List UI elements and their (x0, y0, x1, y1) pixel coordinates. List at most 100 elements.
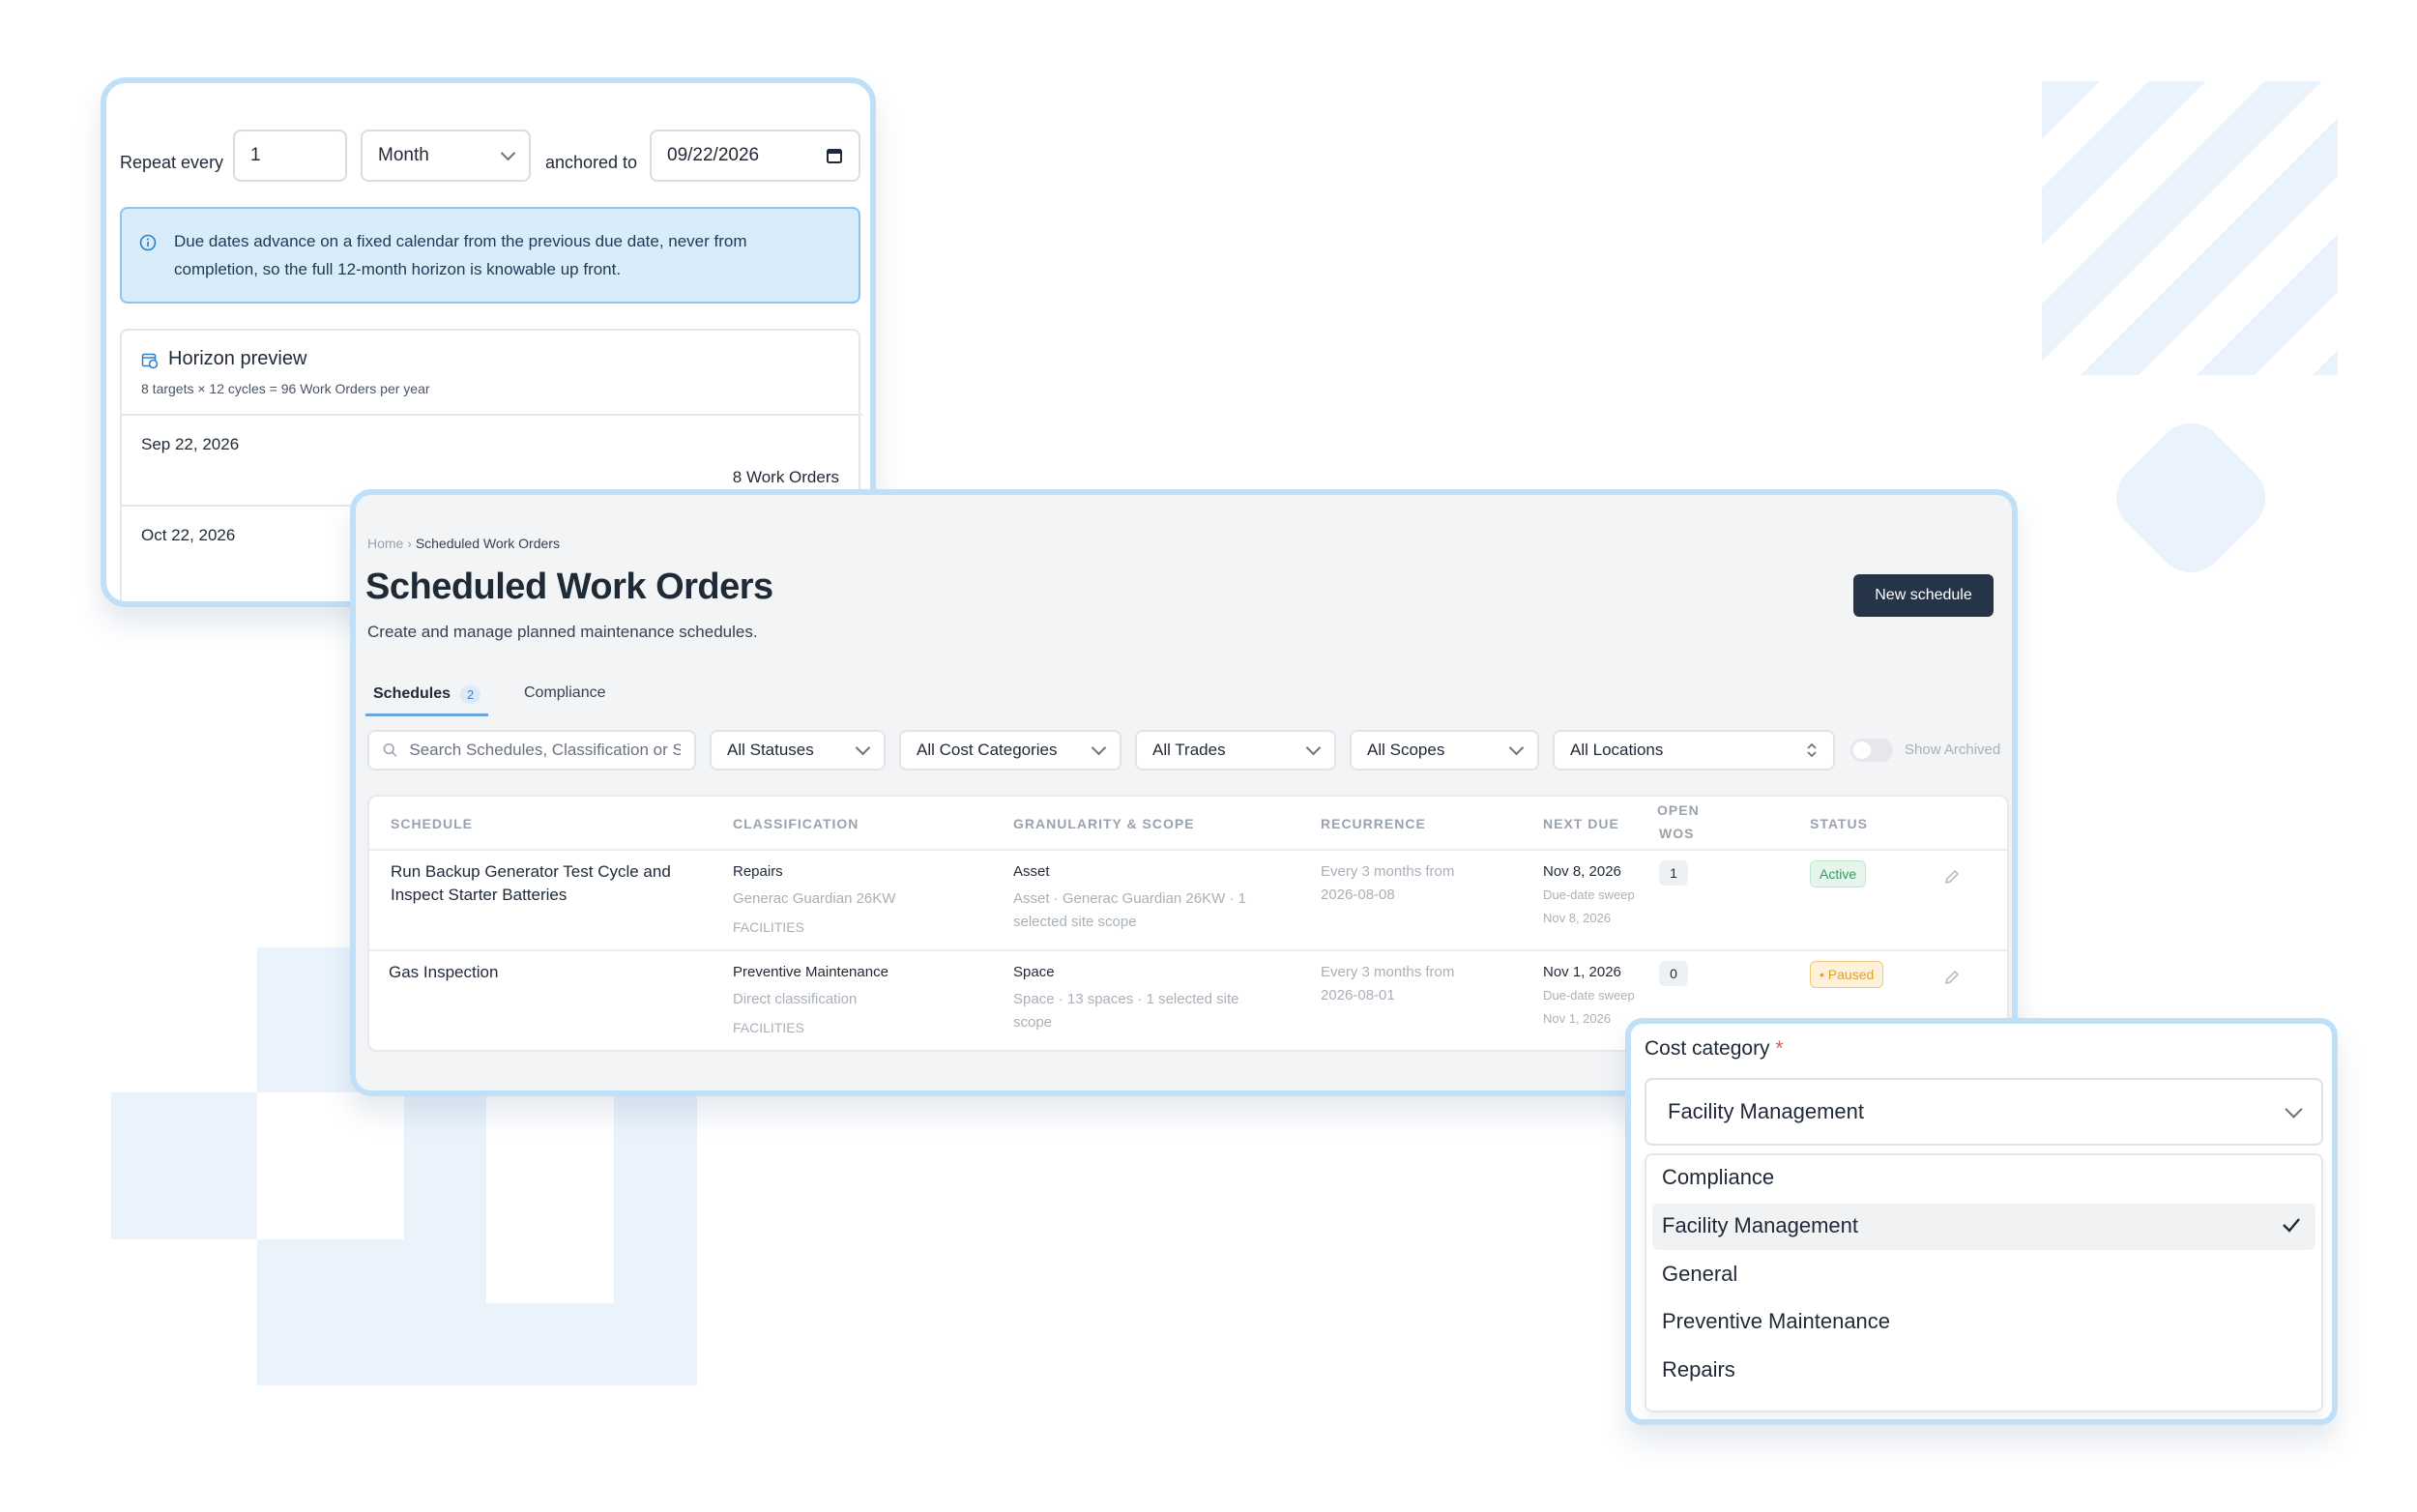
next-due: Nov 1, 2026 (1543, 964, 1621, 980)
option-facility-management[interactable]: Facility Management (1662, 1213, 1858, 1238)
next-due-detail: Due-date sweep (1543, 988, 1635, 1003)
classification-detail: Direct classification (733, 991, 858, 1007)
tab-schedules-label: Schedules (373, 685, 451, 702)
horizon-title: Horizon preview (168, 348, 307, 369)
decor-rounded-diamond (2102, 409, 2280, 587)
recurrence: 2026-08-01 (1321, 987, 1395, 1003)
dropdown-menu (1645, 1153, 2323, 1412)
divider (122, 414, 862, 416)
classification-tag: FACILITIES (733, 919, 804, 935)
classification-detail: Generac Guardian 26KW (733, 890, 896, 907)
search-input[interactable]: Search Schedules, Classification or Sc (367, 730, 696, 771)
column-header: SCHEDULE (391, 816, 474, 831)
schedules-table: SCHEDULE CLASSIFICATION GRANULARITY & SC… (367, 795, 2009, 1052)
anchor-date-value: 09/22/2026 (667, 145, 760, 165)
schedule-name: Run Backup Generator Test Cycle and (391, 862, 671, 881)
column-header: WOS (1659, 826, 1695, 841)
column-header: RECURRENCE (1321, 816, 1426, 831)
next-due-detail: Due-date sweep (1543, 887, 1635, 902)
calendar-icon[interactable] (826, 147, 843, 164)
next-due-detail: Nov 1, 2026 (1543, 1011, 1612, 1026)
info-banner: Due dates advance on a fixed calendar fr… (120, 207, 860, 304)
cost-category-label: Cost category * (1645, 1037, 1784, 1061)
show-archived-toggle[interactable] (1850, 739, 1893, 762)
scope-detail: selected site scope (1013, 914, 1137, 930)
scopes-filter-value: All Scopes (1367, 741, 1445, 759)
calendar-clock-icon (141, 353, 159, 369)
classification: Repairs (733, 863, 783, 880)
granularity: Space (1013, 964, 1055, 980)
scheduled-work-orders-card: Home › Scheduled Work Orders Scheduled W… (350, 489, 2018, 1096)
status-filter[interactable]: All Statuses (710, 730, 886, 771)
status-filter-value: All Statuses (727, 741, 814, 759)
classification: Preventive Maintenance (733, 964, 888, 980)
show-archived-label: Show Archived (1905, 741, 2001, 758)
column-header: STATUS (1810, 816, 1868, 831)
cost-category-select[interactable]: Facility Management (1645, 1078, 2323, 1146)
new-schedule-button[interactable]: New schedule (1853, 574, 1994, 617)
unit-value: Month (378, 145, 429, 165)
page-title: Scheduled Work Orders (365, 567, 773, 607)
scope-detail: Space · 13 spaces · 1 selected site (1013, 991, 1239, 1007)
next-due-detail: Nov 8, 2026 (1543, 911, 1612, 925)
cost-category-label-text: Cost category (1645, 1037, 1770, 1060)
chevron-down-icon (1305, 740, 1322, 756)
tab-compliance[interactable]: Compliance (524, 684, 605, 702)
decor-square (614, 1092, 697, 1385)
open-wos-count: 1 (1659, 860, 1688, 886)
interval-value: 1 (250, 145, 261, 165)
cost-filter-value: All Cost Categories (917, 741, 1058, 759)
search-placeholder: Search Schedules, Classification or Sc (409, 741, 681, 759)
trades-filter-value: All Trades (1152, 741, 1226, 759)
status-badge: Active (1810, 860, 1867, 887)
breadcrumb-home[interactable]: Home (367, 536, 403, 551)
chevron-down-icon (2285, 1099, 2303, 1119)
tab-schedules[interactable]: Schedules 2 (365, 675, 489, 716)
info-text-line2: completion, so the full 12-month horizon… (174, 260, 622, 278)
decor-white-block (257, 1092, 404, 1239)
column-header: NEXT DUE (1543, 816, 1619, 831)
column-header: OPEN (1657, 802, 1700, 818)
chevron-down-icon (855, 740, 871, 756)
anchored-label: anchored to (545, 153, 638, 172)
edit-pencil-icon[interactable] (1943, 868, 1961, 886)
anchor-date-input[interactable]: 09/22/2026 (650, 130, 860, 182)
locations-filter-value: All Locations (1570, 741, 1664, 759)
chevron-down-icon (1091, 740, 1107, 756)
unit-select[interactable]: Month (361, 130, 531, 182)
locations-filter[interactable]: All Locations (1553, 730, 1835, 771)
checkmark-icon (2283, 1218, 2300, 1233)
option-preventive-maintenance[interactable]: Preventive Maintenance (1662, 1309, 1890, 1334)
schedule-name: Inspect Starter Batteries (391, 886, 568, 904)
decor-square (111, 1092, 259, 1239)
search-icon (383, 742, 397, 757)
page-subtitle: Create and manage planned maintenance sc… (367, 623, 758, 641)
edit-pencil-icon[interactable] (1943, 969, 1961, 986)
option-compliance[interactable]: Compliance (1662, 1165, 1774, 1190)
option-repairs[interactable]: Repairs (1662, 1357, 1735, 1382)
recurrence: 2026-08-08 (1321, 887, 1395, 903)
table-row[interactable]: Run Backup Generator Test Cycle and Insp… (369, 851, 2007, 949)
open-wos-count: 0 (1659, 961, 1688, 986)
horizon-subtitle: 8 targets × 12 cycles = 96 Work Orders p… (141, 381, 430, 396)
chevron-down-icon (1508, 740, 1525, 756)
option-general[interactable]: General (1662, 1262, 1737, 1287)
schedule-name: Gas Inspection (389, 963, 499, 981)
repeat-label: Repeat every (120, 153, 224, 172)
decor-white-block (486, 1092, 614, 1303)
toggle-knob (1853, 741, 1871, 759)
horizon-row-count: 8 Work Orders (732, 468, 839, 486)
cost-category-filter[interactable]: All Cost Categories (899, 730, 1121, 771)
horizon-row-date: Sep 22, 2026 (141, 435, 240, 453)
next-due: Nov 8, 2026 (1543, 863, 1621, 880)
scope-detail: scope (1013, 1014, 1053, 1031)
cost-category-selected: Facility Management (1668, 1099, 1864, 1123)
scopes-filter[interactable]: All Scopes (1350, 730, 1539, 771)
chevron-down-icon (500, 145, 516, 161)
granularity: Asset (1013, 863, 1050, 880)
trades-filter[interactable]: All Trades (1135, 730, 1336, 771)
interval-input[interactable]: 1 (233, 130, 347, 182)
decor-stripes (2042, 81, 2338, 375)
info-icon (139, 234, 157, 251)
info-text-line1: Due dates advance on a fixed calendar fr… (174, 232, 747, 250)
